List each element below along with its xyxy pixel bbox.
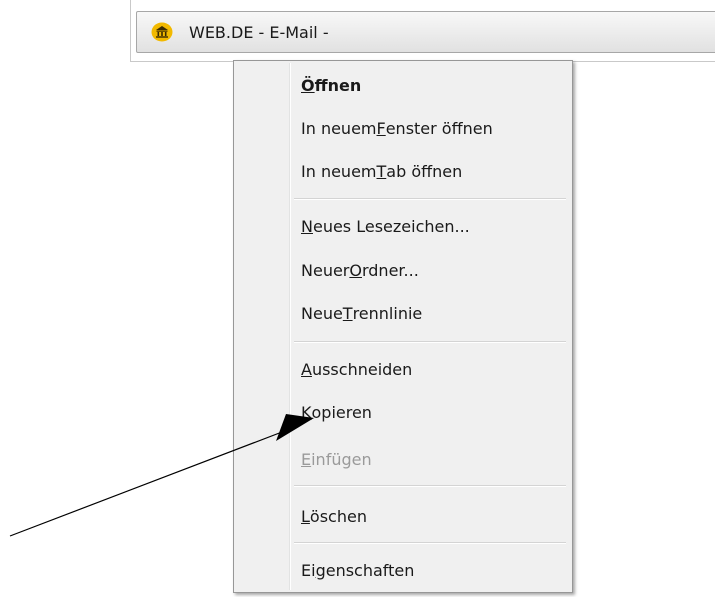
menu-item-open-new-tab[interactable]: In neuem Tab öffnen xyxy=(237,151,569,191)
menu-item-new-bookmark[interactable]: Neues Lesezeichen... xyxy=(237,206,569,246)
menu-item-accesskey: g xyxy=(315,560,326,580)
menu-item-text: Ei xyxy=(301,560,316,580)
menu-item-accesskey: N xyxy=(301,216,313,236)
menu-item-open-new-window[interactable]: In neuem Fenster öffnen xyxy=(237,108,569,148)
menu-item-text: rdner... xyxy=(361,260,419,280)
menu-item-accesskey: E xyxy=(301,449,312,469)
menu-item-open[interactable]: Öffnen xyxy=(237,65,569,105)
menu-separator xyxy=(294,198,566,200)
screenshot-stage: WEB.DE - E-Mail - Öffnen In neuem Fenste… xyxy=(0,0,715,597)
menu-item-text: eues Lesezeichen... xyxy=(312,216,470,236)
menu-item-new-separator[interactable]: Neue Trennlinie xyxy=(237,293,569,333)
menu-item-accesskey: T xyxy=(342,303,353,323)
menu-item-delete[interactable]: Löschen xyxy=(237,496,569,536)
menu-item-text: infügen xyxy=(311,449,372,469)
menu-item-accesskey: Ö xyxy=(301,75,315,95)
menu-item-text: enschaften xyxy=(325,560,415,580)
menu-item-text: ab öffnen xyxy=(386,161,463,181)
menu-item-properties[interactable]: Ei g enschaften xyxy=(237,550,569,590)
menu-item-paste[interactable]: Einfügen xyxy=(237,439,569,479)
menu-separator xyxy=(294,542,566,544)
webde-favicon-icon xyxy=(151,21,173,43)
menu-item-text: enster öffnen xyxy=(385,118,493,138)
menu-separator xyxy=(294,485,566,487)
bookmark-context-menu: Öffnen In neuem Fenster öffnen In neuem … xyxy=(233,60,573,593)
menu-item-copy[interactable]: Kopieren xyxy=(237,392,569,432)
menu-item-text: In neuem xyxy=(301,161,377,181)
menu-item-new-folder[interactable]: Neuer Ordner... xyxy=(237,250,569,290)
menu-item-accesskey: O xyxy=(349,260,362,280)
menu-item-text: Neuer xyxy=(301,260,350,280)
bookmarks-toolbar: WEB.DE - E-Mail - xyxy=(130,0,715,62)
menu-item-accesskey: T xyxy=(376,161,387,181)
menu-item-text: ffnen xyxy=(314,75,362,95)
menu-item-text: opieren xyxy=(311,402,372,422)
menu-item-accesskey: K xyxy=(301,402,312,422)
menu-item-text: öschen xyxy=(309,506,367,526)
menu-item-text: Neue xyxy=(301,303,343,323)
menu-item-accesskey: L xyxy=(301,506,310,526)
menu-item-accesskey: F xyxy=(376,118,386,138)
menu-item-accesskey: A xyxy=(301,359,312,379)
bookmark-label: WEB.DE - E-Mail - xyxy=(189,22,329,42)
menu-item-text: usschneiden xyxy=(311,359,413,379)
menu-item-text: In neuem xyxy=(301,118,377,138)
menu-item-cut[interactable]: Ausschneiden xyxy=(237,349,569,389)
menu-separator xyxy=(294,341,566,343)
bookmark-webde[interactable]: WEB.DE - E-Mail - xyxy=(136,11,715,53)
menu-item-text: rennlinie xyxy=(352,303,423,323)
